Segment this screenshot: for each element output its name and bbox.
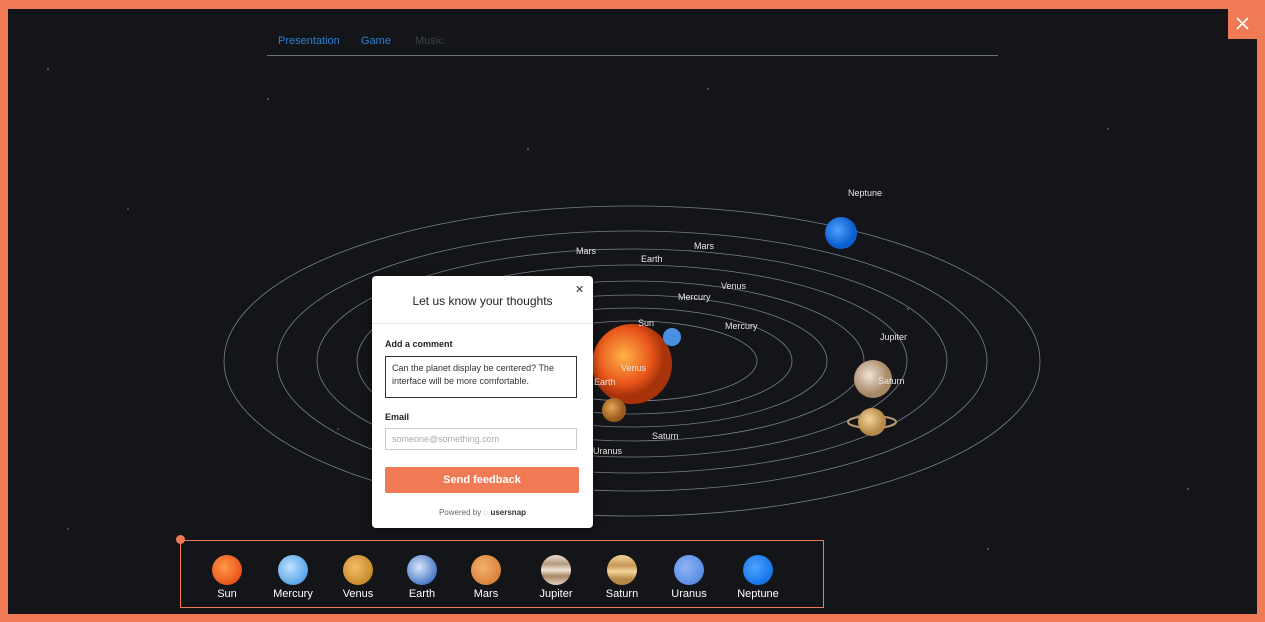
comment-textarea[interactable]: Can the planet display be centered? The … [385,356,577,398]
mercury-icon [278,555,308,585]
dock-item-neptune[interactable]: Neptune [718,555,798,600]
orbit-label: Neptune [848,188,882,198]
orbit-label: Venus [621,363,647,373]
space-background: Presentation Game Music Neptune Mars Ear… [8,9,1257,614]
close-icon[interactable]: ✕ [575,283,584,296]
close-icon [1236,17,1249,30]
planet-dock: Sun Mercury Venus Earth Mars Jupiter Sat… [180,540,824,608]
comment-label: Add a comment [385,339,453,349]
orbit-label: Mercury [678,292,711,302]
mercury-planet [663,328,681,346]
close-button[interactable] [1228,9,1257,39]
jupiter-icon [541,555,571,585]
powered-prefix: Powered by [438,508,482,517]
orbit-label: Saturn [652,431,679,441]
feedback-dialog: Let us know your thoughts ✕ Add a commen… [372,276,593,528]
venus-icon [343,555,373,585]
sun-icon [212,555,242,585]
orbit-label: Saturn [878,376,905,386]
neptune-icon [743,555,773,585]
powered-brand: usersnap [490,508,527,517]
dock-item-mars[interactable]: Mars [446,555,526,600]
email-label: Email [385,412,410,422]
saturn-planet [858,408,886,436]
powered-by: Powered by ◌ usersnap [372,508,593,517]
email-field[interactable]: someone@something.com [385,428,577,450]
dock-label: Mars [473,588,499,600]
uranus-icon [674,555,704,585]
send-feedback-button[interactable]: Send feedback [385,467,579,493]
orbit-label: Earth [641,254,663,264]
orbit-label: Uranus [593,446,623,456]
solar-system-orbits: Neptune Mars Earth Mars Venus Mercury Su… [223,188,1041,517]
orbit-label: Mars [576,246,596,256]
dock-item-uranus[interactable]: Uranus [649,555,729,600]
dock-label: Uranus [671,588,707,600]
usersnap-logo-icon: ◌ [483,508,489,517]
orbit-label: Venus [721,281,747,291]
orbit-label: Mars [694,241,714,251]
dialog-title: Let us know your thoughts [412,294,553,308]
neptune-planet [825,217,857,249]
dock-label: Neptune [737,588,779,600]
orbit-label: Sun [638,318,654,328]
orbit-label: Jupiter [880,332,907,342]
mars-icon [471,555,501,585]
orbit-label: Earth [594,377,616,387]
saturn-icon [607,555,637,585]
venus-planet [602,398,626,422]
divider [372,323,593,324]
earth-icon [407,555,437,585]
orbit-label: Mercury [725,321,758,331]
